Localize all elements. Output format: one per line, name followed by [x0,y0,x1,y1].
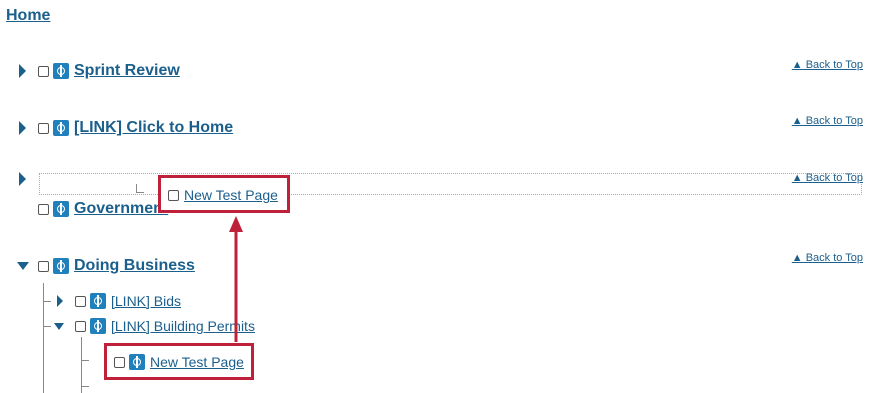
select-checkbox[interactable] [114,356,125,368]
page-link-click-to-home[interactable]: [LINK] Click to Home [74,119,233,137]
tree-connector [81,360,89,361]
page-link-bids[interactable]: [LINK] Bids [111,293,181,309]
tree-row-bids: [LINK] Bids [57,290,181,312]
back-to-top-link[interactable]: ▲ Back to Top [792,115,863,127]
back-to-top-link[interactable]: ▲ Back to Top [792,252,863,264]
page-link-new-test-page[interactable]: New Test Page [184,187,278,203]
page-type-icon [53,258,69,274]
select-checkbox[interactable] [168,189,179,201]
move-arrow-icon [229,216,243,342]
tree-connector [43,283,44,393]
collapse-caret-icon[interactable] [17,262,29,270]
select-checkbox[interactable] [38,65,49,77]
back-to-top-link[interactable]: ▲ Back to Top [792,172,863,184]
tree-row-click-to-home: [LINK] Click to Home [19,117,233,139]
highlight-box-original: New Test Page [104,343,254,380]
select-checkbox[interactable] [75,295,86,307]
expand-caret-icon[interactable] [19,64,26,78]
page-link-doing-business[interactable]: Doing Business [74,257,195,275]
home-link[interactable]: Home [6,7,50,25]
tree-connector [43,326,51,327]
tree-connector [43,301,51,302]
page-type-icon [53,63,69,79]
select-checkbox[interactable] [38,122,49,134]
back-to-top-link[interactable]: ▲ Back to Top [792,59,863,71]
tree-connector [81,337,82,393]
expand-caret-icon[interactable] [19,172,26,186]
page-link-sprint-review[interactable]: Sprint Review [74,62,180,80]
tree-connector [136,184,137,192]
tree-row-government: Government [38,198,168,220]
tree-connector [136,192,144,193]
collapse-caret-icon[interactable] [54,322,64,330]
page-type-icon [90,318,106,334]
select-checkbox[interactable] [38,260,49,272]
tree-connector [81,386,89,387]
page-type-icon [90,293,106,309]
select-checkbox[interactable] [38,203,49,215]
expand-caret-icon[interactable] [57,295,63,307]
tree-row-new-test-page: New Test Page [114,351,244,373]
page-type-icon [129,354,145,370]
tree-row-doing-business: Doing Business [17,255,195,277]
page-link-new-test-page[interactable]: New Test Page [150,354,244,370]
page-type-icon [53,120,69,136]
select-checkbox[interactable] [75,320,86,332]
page-link-government[interactable]: Government [74,200,168,218]
page-type-icon [53,201,69,217]
expand-caret-icon[interactable] [19,121,26,135]
tree-row-sprint-review: Sprint Review [19,60,180,82]
dragged-item[interactable]: New Test Page [168,184,278,206]
highlight-box-dragged: New Test Page [158,175,290,213]
